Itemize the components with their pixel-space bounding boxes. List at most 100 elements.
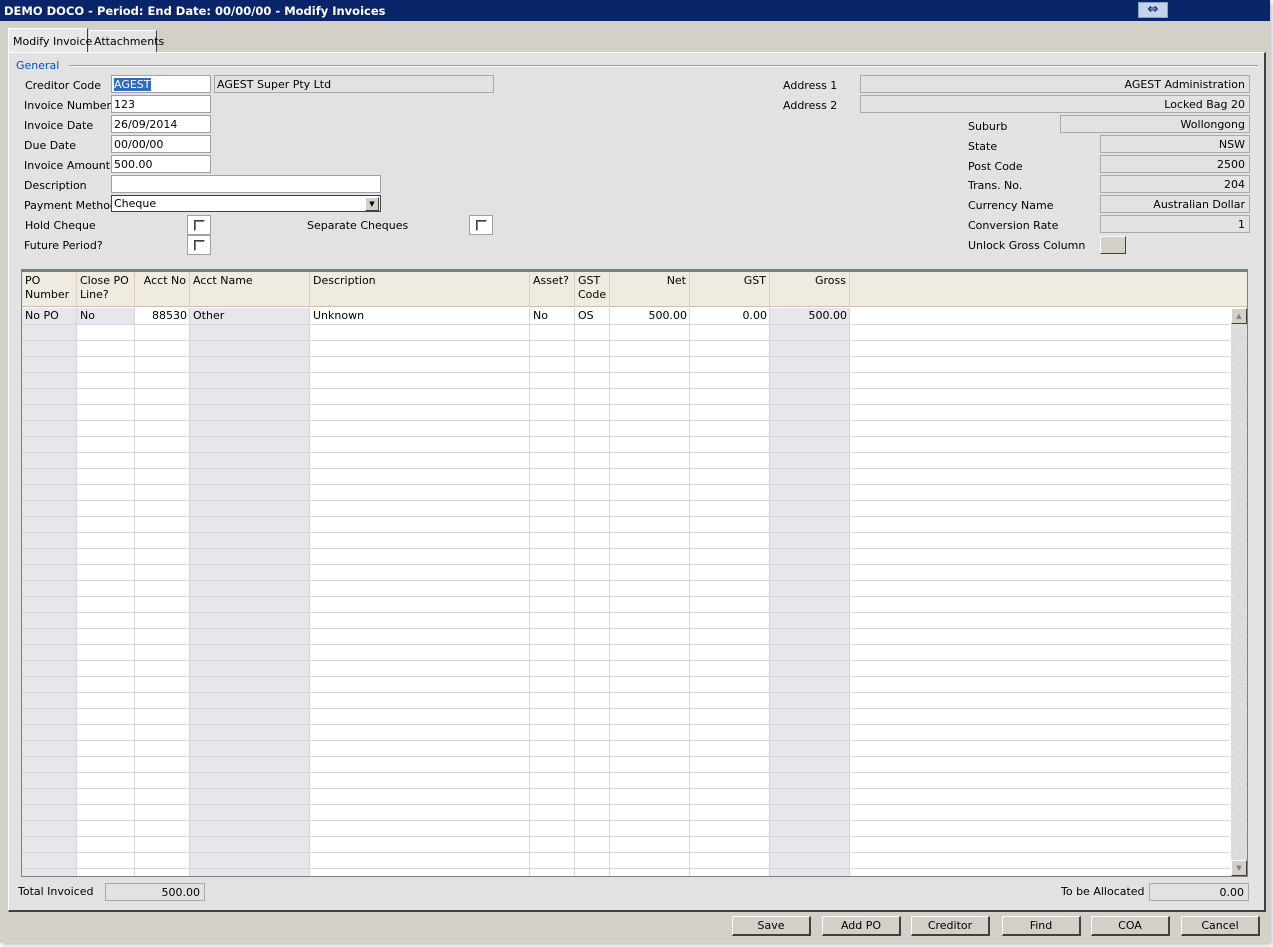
description-label: Description (24, 179, 87, 192)
grid-row-line (22, 660, 1230, 661)
grid-row-line (22, 532, 1230, 533)
invoice-number-label: Invoice Number (24, 99, 112, 112)
cell-gst[interactable]: 0.00 (690, 308, 770, 324)
col-gst-bg (690, 308, 770, 876)
grid-row-line (22, 500, 1230, 501)
save-button[interactable]: Save (732, 916, 811, 936)
grid-row-line (22, 644, 1230, 645)
grid-row-line (22, 724, 1230, 725)
creditor-code-label: Creditor Code (25, 79, 101, 92)
invoice-date-input[interactable]: 26/09/2014 (111, 115, 211, 133)
grid-row-line (22, 628, 1230, 629)
cell-net[interactable]: 500.00 (610, 308, 690, 324)
grid-row-line (22, 388, 1230, 389)
grid-row-line (22, 836, 1230, 837)
checkbox-box (476, 220, 487, 231)
due-date-label: Due Date (24, 139, 76, 152)
scroll-up-arrow-icon[interactable]: ▲ (1231, 308, 1247, 324)
conversion-rate-label: Conversion Rate (968, 219, 1059, 232)
cell-acct-no[interactable]: 88530 (135, 308, 190, 324)
grid-row-line (22, 564, 1230, 565)
post-code-label: Post Code (968, 160, 1023, 173)
grid-row-line (22, 868, 1230, 869)
tab-attachments[interactable]: Attachments (89, 30, 164, 52)
grid-row-line (22, 820, 1230, 821)
col-po-number-bg (22, 308, 77, 876)
future-period-checkbox[interactable] (187, 235, 211, 255)
cell-close-po[interactable]: No (77, 308, 135, 324)
creditor-button[interactable]: Creditor (911, 916, 990, 936)
col-header-gst[interactable]: GST (690, 272, 770, 307)
separate-cheques-checkbox[interactable] (469, 215, 493, 235)
grid-row-line (22, 596, 1230, 597)
grid-row-line (22, 612, 1230, 613)
separate-cheques-label: Separate Cheques (307, 219, 409, 232)
grid-vertical-scrollbar[interactable]: ▲ ▼ (1231, 308, 1247, 876)
grid-row-line (22, 772, 1230, 773)
grid-row-line (22, 708, 1230, 709)
grid-row-line (22, 340, 1230, 341)
unlock-gross-button[interactable] (1100, 236, 1126, 254)
address2-label: Address 2 (783, 99, 838, 112)
invoice-amount-input[interactable]: 500.00 (111, 155, 211, 173)
cancel-button[interactable]: Cancel (1181, 916, 1260, 936)
grid-row-line (22, 324, 1230, 325)
hold-cheque-label: Hold Cheque (25, 219, 96, 232)
grid-row-line (22, 756, 1230, 757)
grid-row-line (22, 420, 1230, 421)
col-header-asset[interactable]: Asset? (530, 272, 575, 307)
cell-asset[interactable]: No (530, 308, 575, 324)
col-acct-name-bg (190, 308, 310, 876)
payment-method-value: Cheque (114, 197, 157, 210)
hold-cheque-checkbox[interactable] (187, 215, 211, 235)
grid-row-line (22, 676, 1230, 677)
grid-row-line (22, 580, 1230, 581)
address1-label: Address 1 (783, 79, 838, 92)
cell-po-number[interactable]: No PO (22, 308, 77, 324)
address1-display: AGEST Administration (860, 75, 1250, 93)
cell-gst-code[interactable]: OS (575, 308, 610, 324)
col-header-gst-code[interactable]: GST Code (575, 272, 610, 307)
col-header-close-po[interactable]: Close PO Line? (77, 272, 135, 307)
window-title: DEMO DOCO - Period: End Date: 00/00/00 -… (4, 4, 386, 18)
tab-modify-invoice[interactable]: Modify Invoice (8, 28, 92, 52)
cell-description[interactable]: Unknown (310, 308, 530, 324)
to-be-allocated-label: To be Allocated (1061, 885, 1145, 898)
trans-no-display: 204 (1100, 175, 1250, 193)
grid-row-line (22, 404, 1230, 405)
payment-method-select[interactable]: Cheque ▼ (111, 195, 381, 212)
cell-gross[interactable]: 500.00 (770, 308, 850, 324)
due-date-input[interactable]: 00/00/00 (111, 135, 211, 153)
grid-row-line (22, 852, 1230, 853)
col-header-gross[interactable]: Gross (770, 272, 850, 307)
invoice-number-input[interactable]: 123 (111, 95, 211, 113)
dropdown-arrow-icon[interactable]: ▼ (365, 197, 379, 211)
description-input[interactable] (111, 175, 381, 193)
conversion-rate-display: 1 (1100, 215, 1250, 233)
add-po-button[interactable]: Add PO (822, 916, 901, 936)
col-header-po-number[interactable]: PO Number (22, 272, 77, 307)
invoice-amount-label: Invoice Amount (24, 159, 111, 172)
currency-name-label: Currency Name (968, 199, 1054, 212)
grid-row-line (22, 788, 1230, 789)
grid-body: No PO No 88530 Other Unknown No OS 500.0… (22, 308, 1230, 876)
coa-button[interactable]: COA (1091, 916, 1170, 936)
col-header-acct-name[interactable]: Acct Name (190, 272, 310, 307)
suburb-display: Wollongong (1060, 115, 1250, 133)
grid-header: PO Number Close PO Line? Acct No Acct Name… (22, 272, 1247, 307)
col-header-description[interactable]: Description (310, 272, 530, 307)
scroll-down-arrow-icon[interactable]: ▼ (1231, 860, 1247, 876)
find-button[interactable]: Find (1002, 916, 1081, 936)
grid-row-line (22, 356, 1230, 357)
grid-row-line (22, 468, 1230, 469)
trans-no-label: Trans. No. (968, 179, 1023, 192)
creditor-code-input[interactable]: AGEST (111, 75, 211, 93)
address2-display: Locked Bag 20 (860, 95, 1250, 113)
cell-acct-name[interactable]: Other (190, 308, 310, 324)
col-header-net[interactable]: Net (610, 272, 690, 307)
invoice-date-label: Invoice Date (24, 119, 94, 132)
restore-arrows-icon[interactable]: ⇔ (1138, 2, 1168, 18)
group-divider (69, 65, 1258, 67)
col-header-acct-no[interactable]: Acct No (135, 272, 190, 307)
modify-invoice-panel: General Creditor Code AGEST AGEST Super … (8, 52, 1266, 912)
